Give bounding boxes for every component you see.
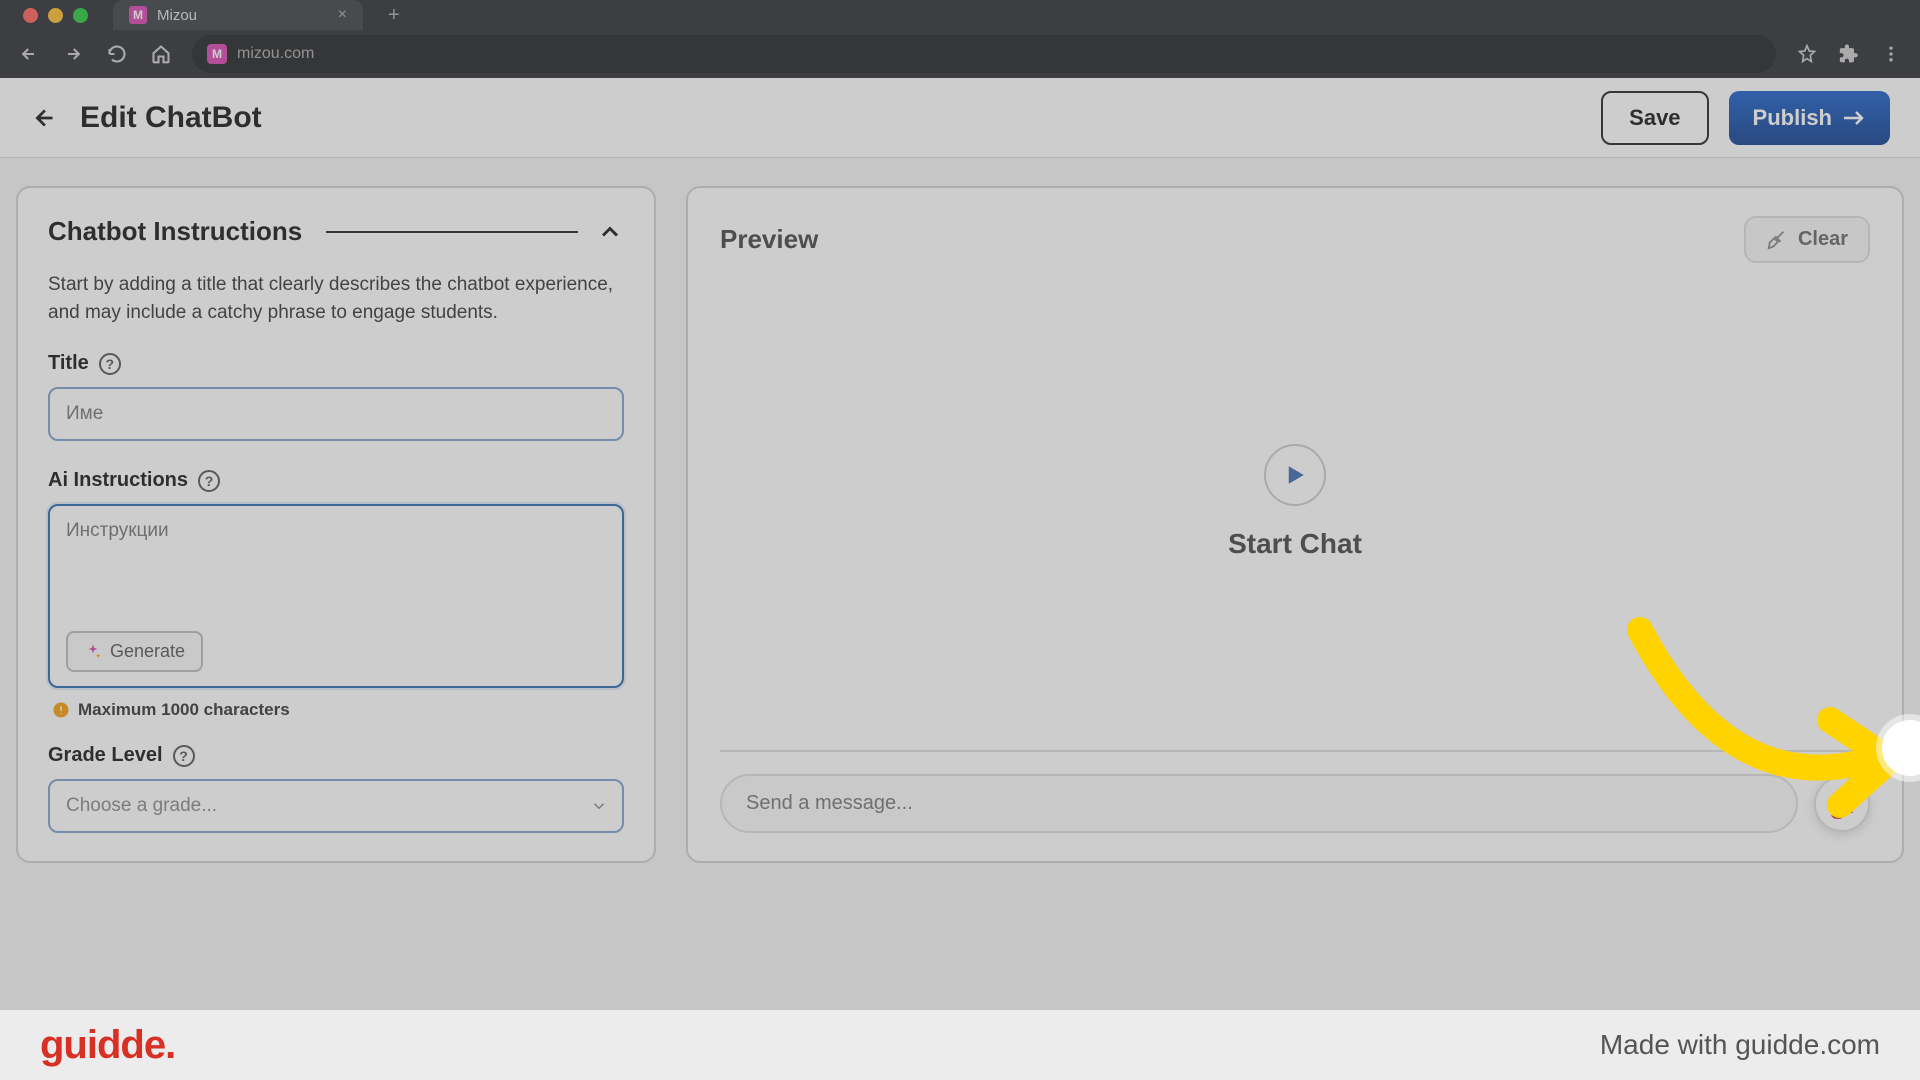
message-input[interactable]: [720, 774, 1798, 833]
back-arrow-button[interactable]: [30, 102, 62, 134]
new-tab-button[interactable]: +: [388, 4, 400, 27]
ai-instructions-textarea[interactable]: [66, 520, 606, 616]
section-title: Chatbot Instructions: [48, 216, 302, 247]
preview-empty-state: Start Chat: [720, 263, 1870, 740]
preview-title: Preview: [720, 224, 818, 255]
section-description: Start by adding a title that clearly des…: [48, 271, 624, 326]
preview-panel: Preview Clear Start Chat g. 6: [686, 186, 1904, 863]
broom-icon: [1766, 229, 1788, 251]
ai-instructions-field[interactable]: Generate: [48, 504, 624, 688]
url-favicon-icon: M: [207, 44, 227, 64]
url-input[interactable]: M mizou.com: [192, 35, 1776, 73]
ai-instructions-label: Ai Instructions ?: [48, 469, 624, 492]
main-content: Chatbot Instructions Start by adding a t…: [0, 158, 1920, 863]
publish-label: Publish: [1753, 105, 1832, 131]
generate-button[interactable]: Generate: [66, 631, 203, 672]
page-title: Edit ChatBot: [80, 101, 262, 135]
sparkle-icon: [84, 643, 102, 661]
grade-level-select[interactable]: Choose a grade...: [48, 779, 624, 833]
title-label: Title ?: [48, 352, 624, 375]
chevron-up-icon: [596, 218, 624, 246]
clear-label: Clear: [1798, 228, 1848, 251]
back-button[interactable]: [10, 35, 48, 73]
guidde-badge[interactable]: g. 6: [1814, 776, 1870, 832]
close-tab-icon[interactable]: ×: [338, 6, 347, 24]
warning-icon: [52, 701, 70, 719]
page-header: Edit ChatBot Save Publish: [0, 78, 1920, 158]
publish-button[interactable]: Publish: [1729, 91, 1890, 145]
play-icon: [1280, 460, 1310, 490]
home-button[interactable]: [142, 35, 180, 73]
help-icon[interactable]: ?: [198, 470, 220, 492]
start-chat-label: Start Chat: [1228, 528, 1362, 560]
close-window-icon[interactable]: [23, 8, 38, 23]
divider: [326, 231, 578, 233]
menu-icon[interactable]: [1872, 35, 1910, 73]
tab-favicon-icon: M: [129, 6, 147, 24]
generate-label: Generate: [110, 641, 185, 662]
url-text: mizou.com: [237, 45, 314, 63]
section-header[interactable]: Chatbot Instructions: [48, 216, 624, 247]
guidde-footer: guidde. Made with guidde.com: [0, 1010, 1920, 1080]
forward-button[interactable]: [54, 35, 92, 73]
message-area: g. 6: [720, 750, 1870, 833]
save-button[interactable]: Save: [1601, 91, 1708, 145]
instructions-panel: Chatbot Instructions Start by adding a t…: [16, 186, 656, 863]
extensions-icon[interactable]: [1830, 35, 1868, 73]
guidde-logo: guidde.: [40, 1023, 175, 1068]
address-bar: M mizou.com: [0, 30, 1920, 78]
bookmark-icon[interactable]: [1788, 35, 1826, 73]
character-limit-warning: Maximum 1000 characters: [52, 700, 624, 720]
browser-chrome: M Mizou × + M mizou.com: [0, 0, 1920, 78]
window-controls: [8, 8, 103, 23]
tab-title: Mizou: [157, 7, 197, 24]
browser-tab[interactable]: M Mizou ×: [113, 0, 363, 30]
reload-button[interactable]: [98, 35, 136, 73]
guidde-badge-icon: g.: [1830, 788, 1855, 820]
help-icon[interactable]: ?: [173, 745, 195, 767]
grade-level-label: Grade Level ?: [48, 744, 624, 767]
arrow-right-icon: [1842, 110, 1866, 126]
minimize-window-icon[interactable]: [48, 8, 63, 23]
help-icon[interactable]: ?: [99, 353, 121, 375]
clear-button[interactable]: Clear: [1744, 216, 1870, 263]
start-chat-button[interactable]: [1264, 444, 1326, 506]
title-input[interactable]: [48, 387, 624, 441]
tab-bar: M Mizou × +: [0, 0, 1920, 30]
maximize-window-icon[interactable]: [73, 8, 88, 23]
notification-count: 6: [1850, 772, 1874, 796]
made-with-text: Made with guidde.com: [1600, 1029, 1880, 1061]
